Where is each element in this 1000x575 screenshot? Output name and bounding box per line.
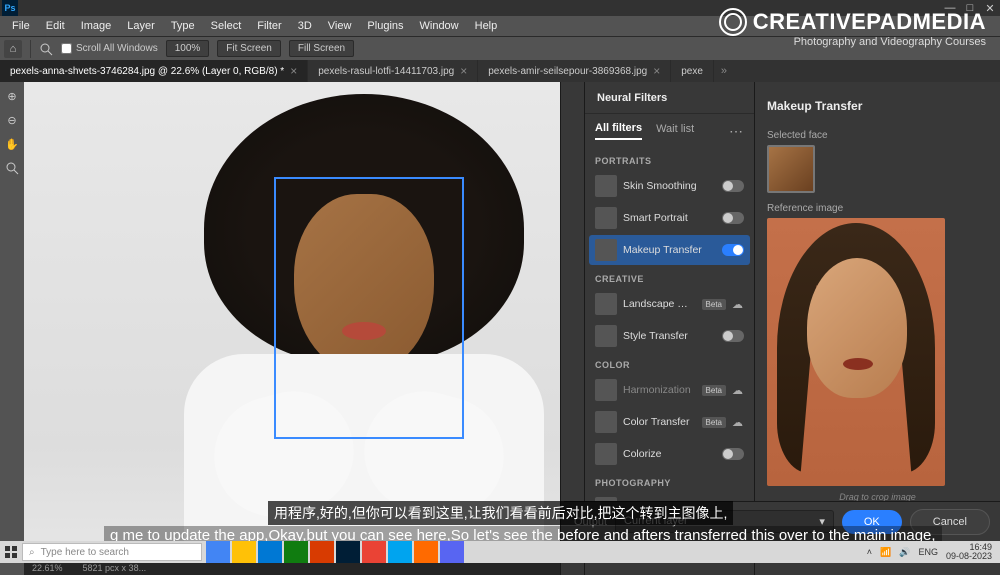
taskbar-app[interactable] (232, 541, 256, 563)
taskbar-app[interactable] (414, 541, 438, 563)
expand-tabs-button[interactable]: » (714, 65, 734, 77)
taskbar-app[interactable] (362, 541, 386, 563)
maximize-button[interactable]: □ (960, 0, 980, 16)
status-bar: 22.61% 5821 pcx x 38... (24, 561, 560, 575)
taskbar-app[interactable] (388, 541, 412, 563)
menu-file[interactable]: File (4, 20, 38, 32)
filter-skin-smoothing[interactable]: Skin Smoothing (589, 171, 750, 201)
filter-style-transfer[interactable]: Style Transfer (589, 321, 750, 351)
zoom-status[interactable]: 22.61% (32, 563, 63, 573)
section-portraits: PORTRAITS (585, 148, 754, 170)
filter-makeup-transfer[interactable]: Makeup Transfer (589, 235, 750, 265)
menu-filter[interactable]: Filter (249, 20, 289, 32)
toggle[interactable] (722, 212, 744, 224)
menu-bar: File Edit Image Layer Type Select Filter… (0, 16, 1000, 36)
panel-title: Makeup Transfer (755, 82, 1000, 130)
close-icon[interactable]: × (460, 64, 467, 78)
menu-3d[interactable]: 3D (290, 20, 320, 32)
close-button[interactable]: ✕ (980, 0, 1000, 16)
more-icon[interactable]: ⋯ (729, 123, 744, 140)
taskbar-app[interactable] (336, 541, 360, 563)
close-icon[interactable]: × (653, 64, 660, 78)
menu-window[interactable]: Window (412, 20, 467, 32)
menu-edit[interactable]: Edit (38, 20, 73, 32)
tab-document-4[interactable]: pexe (671, 60, 714, 82)
hand-tool-icon[interactable]: ✋ (2, 134, 22, 154)
menu-type[interactable]: Type (163, 20, 203, 32)
taskbar-search[interactable]: ⌕Type here to search (22, 543, 202, 561)
filter-color-transfer[interactable]: Color TransferBeta☁ (589, 407, 750, 437)
zoom-tool-icon[interactable] (39, 42, 53, 56)
face-selection-box[interactable] (274, 177, 464, 439)
taskbar-app[interactable] (284, 541, 308, 563)
filter-harmonization[interactable]: HarmonizationBeta☁ (589, 375, 750, 405)
selected-face-label: Selected face (755, 130, 1000, 141)
ps-icon: Ps (2, 0, 18, 16)
filter-smart-portrait[interactable]: Smart Portrait (589, 203, 750, 233)
fill-screen-button[interactable]: Fill Screen (289, 40, 354, 57)
tool-palette: ⊕ ⊖ ✋ (0, 82, 24, 575)
taskbar-apps (206, 541, 464, 563)
fit-screen-button[interactable]: Fit Screen (217, 40, 281, 57)
document-tabs: pexels-anna-shvets-3746284.jpg @ 22.6% (… (0, 60, 1000, 82)
download-icon[interactable]: ☁ (732, 416, 744, 428)
filter-colorize[interactable]: Colorize (589, 439, 750, 469)
start-button[interactable] (0, 541, 22, 563)
dimensions-status: 5821 pcx x 38... (83, 563, 147, 573)
close-icon[interactable]: × (290, 64, 297, 78)
reference-image[interactable] (767, 218, 945, 486)
tab-wait-list[interactable]: Wait list (656, 123, 694, 139)
menu-image[interactable]: Image (73, 20, 120, 32)
taskbar-app[interactable] (258, 541, 282, 563)
tray-wifi-icon[interactable]: 📶 (880, 547, 891, 558)
toggle[interactable] (722, 244, 744, 256)
minimize-button[interactable]: — (940, 0, 960, 16)
menu-view[interactable]: View (320, 20, 360, 32)
menu-plugins[interactable]: Plugins (359, 20, 411, 32)
zoom-100-button[interactable]: 100% (166, 40, 210, 57)
tab-document-1[interactable]: pexels-anna-shvets-3746284.jpg @ 22.6% (… (0, 60, 308, 82)
menu-layer[interactable]: Layer (119, 20, 163, 32)
tray-clock[interactable]: 16:4909-08-2023 (946, 543, 992, 561)
toggle[interactable] (722, 180, 744, 192)
home-icon[interactable]: ⌂ (4, 40, 22, 58)
toggle[interactable] (722, 330, 744, 342)
tab-all-filters[interactable]: All filters (595, 122, 642, 140)
scroll-all-checkbox[interactable]: Scroll All Windows (61, 43, 158, 54)
tray-chevron-icon[interactable]: ˄ (867, 547, 872, 557)
menu-help[interactable]: Help (467, 20, 506, 32)
zoom-tool-icon[interactable] (2, 158, 22, 178)
zoom-in-icon[interactable]: ⊕ (2, 86, 22, 106)
tab-document-2[interactable]: pexels-rasul-lotfi-14411703.jpg× (308, 60, 478, 82)
download-icon[interactable]: ☁ (732, 298, 744, 310)
options-bar: ⌂ Scroll All Windows 100% Fit Screen Fil… (0, 36, 1000, 60)
download-icon[interactable]: ☁ (732, 384, 744, 396)
zoom-out-icon[interactable]: ⊖ (2, 110, 22, 130)
tab-document-3[interactable]: pexels-amir-seilsepour-3869368.jpg× (478, 60, 671, 82)
toggle[interactable] (722, 448, 744, 460)
section-creative: CREATIVE (585, 266, 754, 288)
menu-select[interactable]: Select (203, 20, 250, 32)
reference-image-label: Reference image (755, 203, 1000, 214)
section-photography: PHOTOGRAPHY (585, 470, 754, 492)
panel-title: Neural Filters (585, 92, 667, 104)
subtitle-cn: 用程序,好的,但你可以看到这里,让我们看看前后对比,把这个转到主图像上, (268, 501, 733, 525)
selected-face-thumb[interactable] (767, 145, 815, 193)
taskbar-app[interactable] (206, 541, 230, 563)
section-color: COLOR (585, 352, 754, 374)
tray-volume-icon[interactable]: 🔊 (899, 547, 910, 558)
search-icon: ⌕ (29, 547, 35, 558)
taskbar-app[interactable] (310, 541, 334, 563)
taskbar-app[interactable] (440, 541, 464, 563)
windows-taskbar: ⌕Type here to search ˄ 📶 🔊 ENG 16:4909-0… (0, 541, 1000, 563)
filter-landscape-mixer[interactable]: Landscape Mi...Beta☁ (589, 289, 750, 319)
tray-language[interactable]: ENG (918, 547, 938, 557)
